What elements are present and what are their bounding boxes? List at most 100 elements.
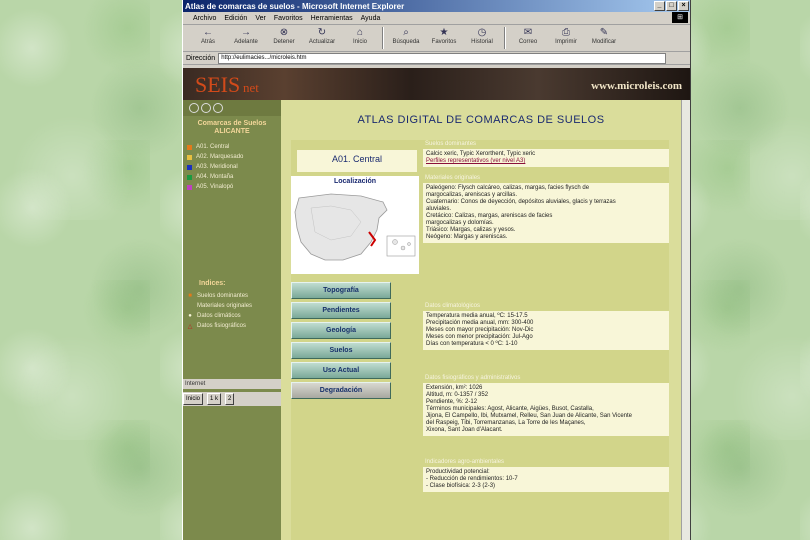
circle-icon[interactable]: [213, 103, 223, 113]
browser-window: Atlas de comarcas de suelos - Microsoft …: [182, 0, 691, 540]
section-title: Indicadores agro-ambientales: [425, 459, 505, 465]
degradacion-button[interactable]: Degradación: [291, 382, 391, 399]
circle-icon[interactable]: [201, 103, 211, 113]
section-body: Calcic xeric, Typic Xerorthent, Typic xe…: [423, 149, 669, 167]
comarca-item[interactable]: A01. Central: [187, 142, 281, 152]
index-item[interactable]: Materiales originales: [187, 301, 281, 311]
location-map[interactable]: [291, 188, 419, 274]
back-arrow-icon: ←: [203, 27, 213, 38]
uso-actual-button[interactable]: Uso Actual: [291, 362, 391, 379]
dot-icon: ●: [188, 313, 192, 319]
index-item[interactable]: △ Datos fisiográficos: [187, 321, 281, 331]
toolbar: ← Atrás → Adelante ⊗ Detener ↻ Actualizar ⌂ I…: [183, 25, 690, 52]
datos-fisiograficos-section: Datos fisiográficos y administrativos Ex…: [423, 374, 669, 436]
menu-ver[interactable]: Ver: [255, 15, 266, 22]
address-input[interactable]: http://eulimacies.../microleis.htm: [218, 52, 666, 64]
seis-logo[interactable]: SEIS: [195, 72, 240, 98]
index-item[interactable]: ■ Suelos dominantes: [187, 291, 281, 301]
menu-ayuda[interactable]: Ayuda: [361, 15, 381, 22]
section-body: Extensión, km²: 1026 Altitud, m: 0-1357 …: [423, 383, 669, 436]
suelos-button[interactable]: Suelos: [291, 342, 391, 359]
menu-herramientas[interactable]: Herramientas: [311, 15, 353, 22]
print-button[interactable]: ⎙ Imprimir: [547, 25, 585, 45]
comarca-item[interactable]: A04. Montaña: [187, 172, 281, 182]
section-body: Temperatura media anual, ºC: 15-17.5 Pre…: [423, 311, 669, 350]
section-title: Materiales originales: [425, 175, 481, 181]
geologia-button[interactable]: Geología: [291, 322, 391, 339]
history-button[interactable]: ◷ Historial: [463, 25, 501, 45]
datos-climatologicos-section: Datos climatológicos Temperatura media a…: [423, 302, 669, 350]
mail-icon: ✉: [523, 27, 533, 38]
home-button[interactable]: ⌂ Inicio: [341, 25, 379, 45]
comarca-item[interactable]: A05. Vinalopó: [187, 182, 281, 192]
forward-button[interactable]: → Adelante: [227, 25, 265, 45]
vertical-scrollbar[interactable]: [681, 100, 690, 540]
refresh-button[interactable]: ↻ Actualizar: [303, 25, 341, 45]
left-frame: Comarcas de Suelos ALICANTE A01. Central…: [183, 100, 283, 540]
color-square-icon: [187, 154, 192, 160]
comarca-item[interactable]: A03. Meridional: [187, 162, 281, 172]
status-bar: Internet: [183, 379, 283, 389]
square-icon: ■: [188, 293, 192, 299]
history-icon: ◷: [477, 27, 487, 38]
taskbar-item[interactable]: 2: [225, 393, 235, 405]
search-icon: ⌕: [403, 27, 409, 38]
main-frame: ATLAS DIGITAL DE COMARCAS DE SUELOS A01.…: [281, 100, 681, 540]
comarca-item[interactable]: A02. Marquesado: [187, 152, 281, 162]
menu-edicion[interactable]: Edición: [224, 15, 247, 22]
indices-list: ■ Suelos dominantes Materiales originales…: [183, 291, 281, 331]
edit-button[interactable]: ✎ Modificar: [585, 25, 623, 45]
home-icon: ⌂: [356, 27, 364, 38]
indices-heading: Indices:: [199, 280, 226, 287]
start-button[interactable]: Inicio: [183, 393, 204, 405]
title-bar: Atlas de comarcas de suelos - Microsoft …: [183, 0, 690, 12]
favorites-button[interactable]: ★ Favoritos: [425, 25, 463, 45]
banner: SEIS net www.microleis.com: [183, 68, 690, 100]
taskbar-item[interactable]: 1 k: [207, 393, 222, 405]
color-square-icon: [187, 184, 192, 190]
taskbar: Inicio 1 k 2: [183, 392, 281, 406]
back-button[interactable]: ← Atrás: [189, 25, 227, 45]
microleis-url[interactable]: www.microleis.com: [591, 80, 682, 92]
comarca-name: A01. Central: [297, 150, 417, 172]
materiales-originales-section: Materiales originales Paleógeno: Flysch …: [423, 174, 669, 243]
color-square-icon: [187, 144, 192, 150]
mail-button[interactable]: ✉ Correo: [509, 25, 547, 45]
star-icon: ★: [439, 27, 449, 38]
address-bar: Dirección http://eulimacies.../microleis…: [183, 52, 690, 65]
refresh-icon: ↻: [317, 27, 327, 38]
indicadores-section: Indicadores agro-ambientales Productivid…: [423, 458, 669, 492]
menu-archivo[interactable]: Archivo: [193, 15, 216, 22]
perfiles-link[interactable]: Perfiles representativos (ver nivel A3): [426, 158, 666, 165]
stop-icon: ⊗: [279, 27, 289, 38]
section-body: Paleógeno: Flysch calcáreo, calizas, mar…: [423, 183, 669, 243]
section-title: Datos climatológicos: [425, 303, 481, 309]
color-square-icon: [187, 164, 192, 170]
localizacion-label: Localización: [291, 176, 419, 188]
stop-button[interactable]: ⊗ Detener: [265, 25, 303, 45]
toolbar-separator: [504, 27, 506, 49]
circle-icon[interactable]: [189, 103, 199, 113]
comarcas-list: A01. Central A02. Marquesado A03. Meridi…: [183, 142, 281, 192]
suelos-dominantes-section: Suelos dominantes Calcic xeric, Typic Xe…: [423, 140, 669, 167]
spain-map-icon: [294, 193, 416, 261]
section-title: Datos fisiográficos y administrativos: [425, 375, 521, 381]
topografia-button[interactable]: Topografía: [291, 282, 391, 299]
menu-favoritos[interactable]: Favoritos: [274, 15, 303, 22]
minimize-button[interactable]: _: [654, 1, 665, 11]
page-title: ATLAS DIGITAL DE COMARCAS DE SUELOS: [357, 114, 605, 126]
index-item[interactable]: ● Datos climáticos: [187, 311, 281, 321]
close-button[interactable]: ×: [678, 1, 689, 11]
forward-arrow-icon: →: [241, 27, 251, 38]
triangle-icon: △: [187, 323, 193, 330]
maximize-button[interactable]: □: [666, 1, 677, 11]
status-text: Internet: [185, 381, 206, 387]
toolbar-separator: [382, 27, 384, 49]
search-button[interactable]: ⌕ Búsqueda: [387, 25, 425, 45]
comarcas-heading: Comarcas de Suelos ALICANTE: [197, 120, 267, 135]
address-label: Dirección: [186, 54, 216, 62]
edit-icon: ✎: [599, 27, 609, 38]
pendientes-button[interactable]: Pendientes: [291, 302, 391, 319]
printer-icon: ⎙: [562, 27, 570, 38]
content-panel: A01. Central Localización Topografía Pen…: [291, 140, 669, 540]
